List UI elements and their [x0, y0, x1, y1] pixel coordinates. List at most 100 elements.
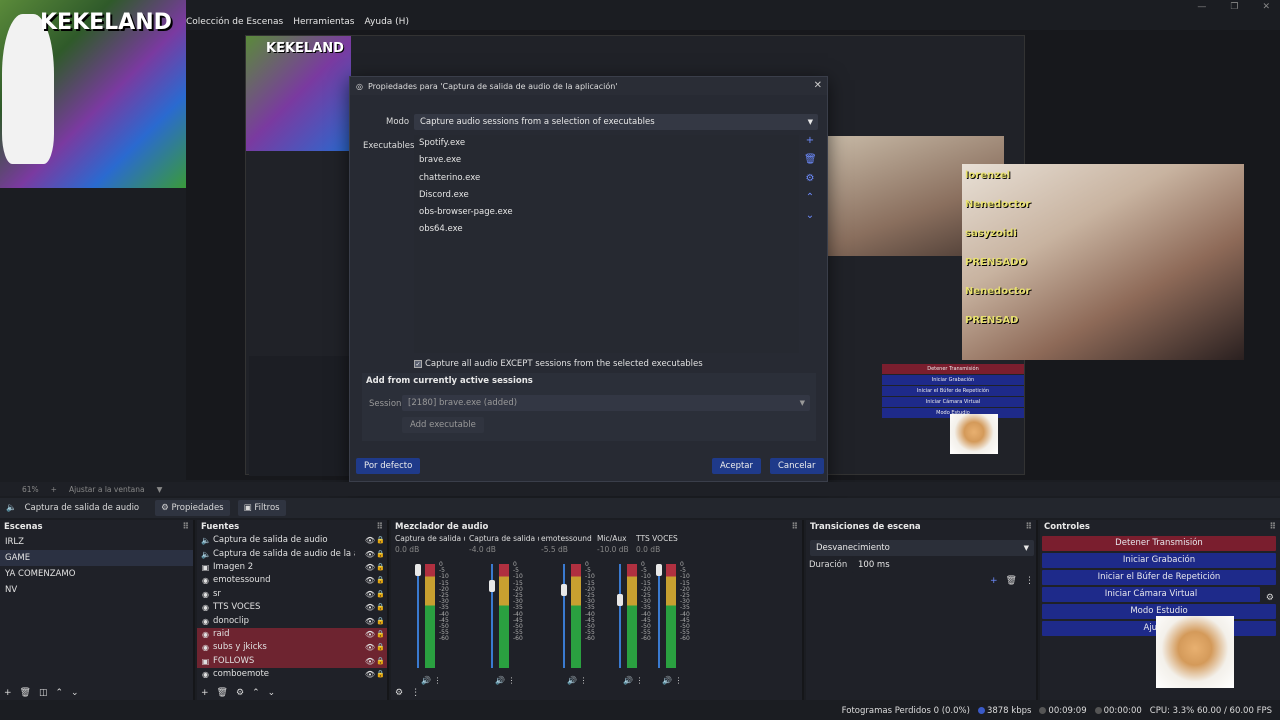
gear-icon[interactable]: ⚙	[395, 688, 403, 698]
source-item[interactable]: ▣ FOLLOWS 👁 🔒	[197, 654, 387, 668]
zoom-percent[interactable]: 61%	[22, 485, 39, 494]
dialog-close-icon[interactable]: ✕	[814, 80, 822, 91]
start-virtual-camera-button[interactable]: Iniciar Cámara Virtual	[1042, 587, 1260, 602]
move-down-icon[interactable]: ⌄	[268, 688, 276, 698]
trash-icon[interactable]: 🗑	[20, 688, 31, 698]
add-executable-button[interactable]: Add executable	[402, 417, 484, 433]
checkbox[interactable]: ✓	[414, 360, 422, 368]
list-item[interactable]: obs-browser-page.exe	[414, 204, 799, 221]
volume-fader[interactable]	[619, 564, 621, 668]
eye-icon[interactable]: 👁	[365, 628, 375, 641]
move-down-icon[interactable]: ⌄	[71, 688, 79, 698]
ok-button[interactable]: Aceptar	[712, 458, 761, 474]
source-item[interactable]: ◉ emotessound 👁 🔒	[197, 574, 387, 587]
move-down-icon[interactable]: ⌄	[804, 210, 816, 221]
except-checkbox-row[interactable]: ✓ Capture all audio EXCEPT sessions from…	[414, 359, 703, 369]
scene-item[interactable]: GAME	[0, 550, 193, 566]
lock-icon[interactable]: 🔒	[376, 574, 385, 587]
add-icon[interactable]: +	[4, 688, 12, 698]
source-item[interactable]: ◉ sr 👁 🔒	[197, 588, 387, 601]
move-up-icon[interactable]: ⌃	[56, 688, 64, 698]
list-item[interactable]: obs64.exe	[414, 221, 799, 238]
filters-button[interactable]: ▣ Filtros	[237, 500, 286, 516]
mute-icon[interactable]: 🔊 ⋮	[495, 676, 516, 685]
fader-handle[interactable]	[617, 594, 623, 606]
gear-icon[interactable]: ⚙	[236, 688, 244, 698]
executables-list[interactable]: Spotify.exe brave.exe chatterino.exe Dis…	[414, 135, 799, 353]
fader-handle[interactable]	[415, 564, 421, 576]
eye-icon[interactable]: 👁	[365, 588, 375, 601]
mute-icon[interactable]: 🔊 ⋮	[567, 676, 588, 685]
chevron-down-icon[interactable]: ▼	[157, 485, 163, 494]
list-item[interactable]: Spotify.exe	[414, 135, 799, 152]
source-item[interactable]: 🔈 Captura de salida de audio de la apli 👁 🔒	[197, 547, 387, 560]
list-item[interactable]: Discord.exe	[414, 187, 799, 204]
eye-icon[interactable]: 👁	[365, 574, 375, 587]
mute-icon[interactable]: 🔊 ⋮	[662, 676, 683, 685]
eye-icon[interactable]: 👁	[365, 655, 375, 668]
lock-icon[interactable]: 🔒	[376, 641, 385, 654]
move-up-icon[interactable]: ⌃	[252, 688, 260, 698]
menu-scene-collection[interactable]: Colección de Escenas	[186, 17, 283, 27]
eye-icon[interactable]: 👁	[365, 668, 375, 681]
lock-icon[interactable]: 🔒	[376, 588, 385, 601]
eye-icon[interactable]: 👁	[365, 615, 375, 628]
scene-item[interactable]: NV	[0, 582, 193, 598]
menu-dots-icon[interactable]: ⋮	[1025, 576, 1034, 586]
eye-icon[interactable]: 👁	[365, 561, 375, 574]
lock-icon[interactable]: 🔒	[376, 548, 385, 561]
gear-icon[interactable]: ⚙	[804, 173, 816, 184]
volume-fader[interactable]	[658, 564, 660, 668]
list-item[interactable]: brave.exe	[414, 152, 799, 169]
trash-icon[interactable]: 🗑	[804, 154, 817, 165]
mute-icon[interactable]: 🔊 ⋮	[421, 676, 442, 685]
eye-icon[interactable]: 👁	[365, 534, 375, 547]
menu-help[interactable]: Ayuda (H)	[365, 17, 409, 27]
source-item[interactable]: ◉ raid 👁 🔒	[197, 627, 387, 642]
start-replay-buffer-button[interactable]: Iniciar el Búfer de Repetición	[1042, 570, 1276, 585]
fader-handle[interactable]	[561, 584, 567, 596]
filter-icon[interactable]: ◫	[39, 688, 48, 698]
lock-icon[interactable]: 🔒	[376, 668, 385, 681]
source-item[interactable]: ◉ donoclip 👁 🔒	[197, 614, 387, 627]
trash-icon[interactable]: 🗑	[217, 688, 228, 698]
source-item[interactable]: ◉ TTS VOCES 👁 🔒	[197, 601, 387, 614]
menu-dots-icon[interactable]: ⋮	[411, 688, 420, 698]
maximize-icon[interactable]: ❐	[1230, 2, 1238, 12]
defaults-button[interactable]: Por defecto	[356, 458, 421, 474]
fader-handle[interactable]	[489, 580, 495, 592]
properties-button[interactable]: ⚙ Propiedades	[155, 500, 230, 516]
duration-input[interactable]: 100 ms	[852, 557, 1034, 573]
volume-fader[interactable]	[563, 564, 565, 668]
transition-select[interactable]: Desvanecimiento ▼	[810, 540, 1034, 556]
eye-icon[interactable]: 👁	[365, 641, 375, 654]
move-up-icon[interactable]: ⌃	[804, 192, 816, 203]
fader-handle[interactable]	[656, 564, 662, 576]
eye-icon[interactable]: 👁	[365, 601, 375, 614]
gear-icon[interactable]: ⚙	[1266, 593, 1274, 603]
lock-icon[interactable]: 🔒	[376, 615, 385, 628]
source-item[interactable]: ◉ comboemote 👁 🔒	[197, 668, 387, 681]
cancel-button[interactable]: Cancelar	[770, 458, 824, 474]
lock-icon[interactable]: 🔒	[376, 561, 385, 574]
add-icon[interactable]: +	[201, 688, 209, 698]
add-icon[interactable]: +	[804, 135, 816, 146]
scene-item[interactable]: IRLZ	[0, 534, 193, 550]
lock-icon[interactable]: 🔒	[376, 601, 385, 614]
close-icon[interactable]: ✕	[1262, 2, 1270, 12]
source-item[interactable]: 🔈 Captura de salida de audio 👁 🔒	[197, 534, 387, 547]
zoom-fit[interactable]: Ajustar a la ventana	[69, 485, 145, 494]
source-item[interactable]: ◉ subs y jkicks 👁 🔒	[197, 641, 387, 655]
zoom-plus-icon[interactable]: +	[51, 485, 57, 494]
add-icon[interactable]: +	[990, 576, 998, 586]
lock-icon[interactable]: 🔒	[376, 655, 385, 668]
lock-icon[interactable]: 🔒	[376, 628, 385, 641]
start-recording-button[interactable]: Iniciar Grabación	[1042, 553, 1276, 568]
source-item[interactable]: ▣ Imagen 2 👁 🔒	[197, 561, 387, 574]
mode-select[interactable]: Capture audio sessions from a selection …	[414, 114, 818, 130]
session-select[interactable]: [2180] brave.exe (added) ▼	[402, 395, 810, 411]
minimize-icon[interactable]: —	[1197, 2, 1206, 12]
lock-icon[interactable]: 🔒	[376, 534, 385, 547]
volume-fader[interactable]	[417, 564, 419, 668]
scene-item[interactable]: YA COMENZAMO	[0, 566, 193, 582]
